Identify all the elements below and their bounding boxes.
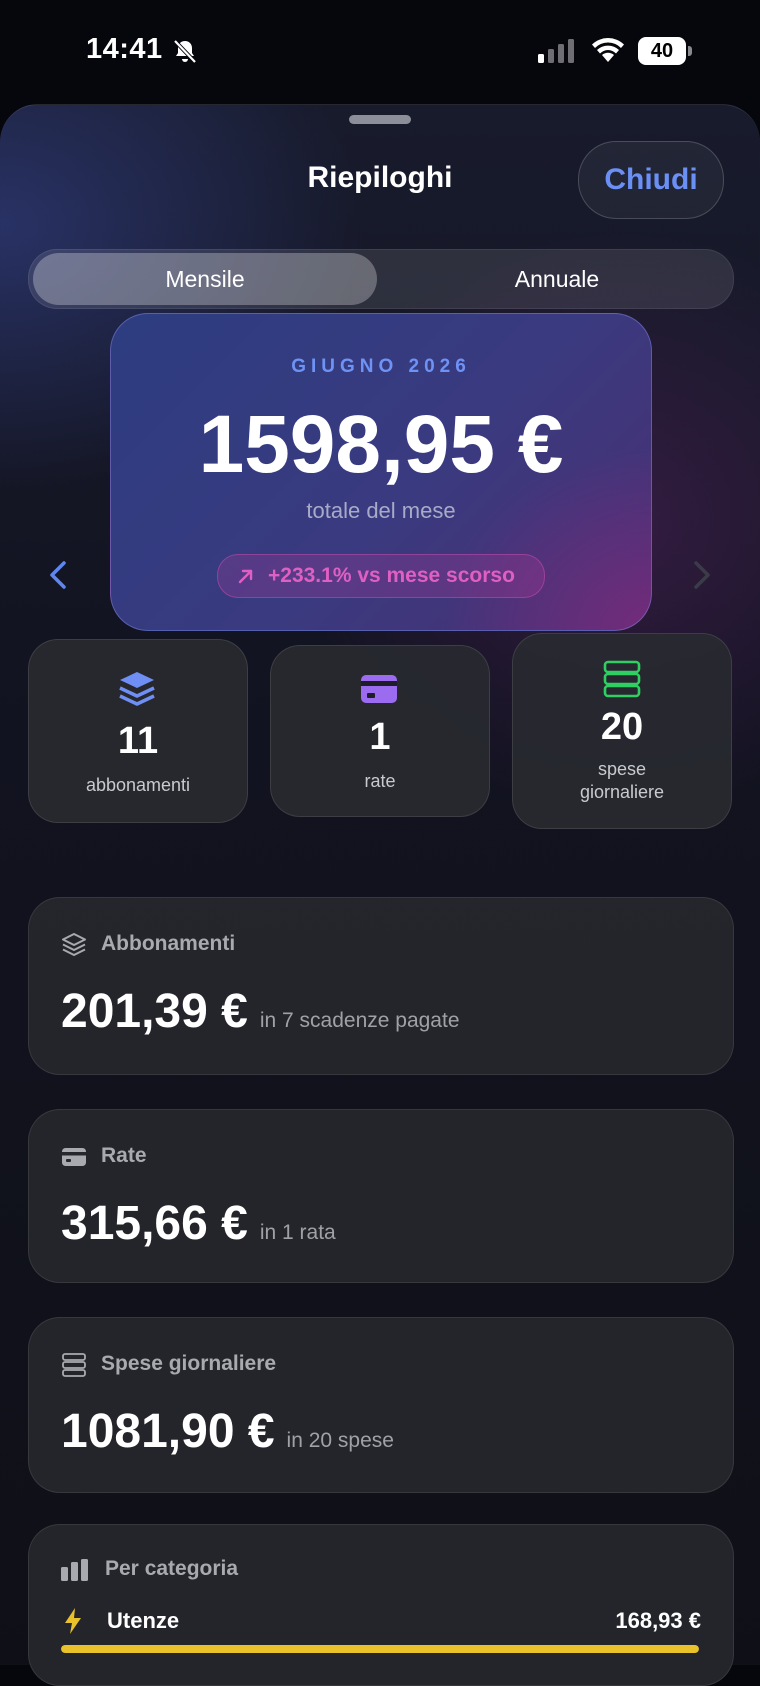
stat-value: 11	[117, 720, 159, 762]
credit-card-icon	[62, 1148, 86, 1166]
stat-label: rate	[364, 771, 396, 791]
bolt-icon	[65, 1608, 81, 1634]
category-title: Per categoria	[105, 1557, 239, 1580]
wifi-icon	[592, 38, 624, 62]
section-amount: 201,39 €	[61, 985, 248, 1038]
hero-caption: totale del mese	[306, 498, 456, 523]
category-progress-bar	[61, 1645, 699, 1653]
arrow-up-right-icon	[238, 569, 253, 584]
section-subscriptions[interactable]: Abbonamenti 201,39 € in 7 scadenze pagate	[28, 897, 734, 1075]
section-amount-row: 1081,90 € in 20 spese	[61, 1404, 394, 1459]
battery-indicator: 40	[638, 37, 692, 65]
section-title: Abbonamenti	[101, 932, 236, 955]
hero-total-amount: 1598,95 €	[198, 399, 564, 490]
close-button[interactable]: Chiudi	[578, 141, 724, 219]
section-daily-expenses[interactable]: Spese giornaliere 1081,90 € in 20 spese	[28, 1317, 734, 1493]
layers-icon	[119, 672, 155, 706]
category-progress-fill	[61, 1645, 699, 1653]
section-detail: in 1 rata	[259, 1221, 336, 1244]
list-icon	[62, 1353, 86, 1377]
segment-monthly[interactable]: Mensile	[33, 253, 377, 305]
section-amount: 1081,90 €	[61, 1405, 275, 1458]
sheet-grabber[interactable]	[349, 115, 411, 124]
period-segmented-control: Mensile Annuale	[28, 249, 734, 309]
category-name: Utenze	[107, 1608, 180, 1633]
bell-slash-icon	[173, 39, 197, 64]
status-bar: 14:41 40	[0, 0, 760, 100]
month-total-card: GIUGNO 2026 1598,95 € totale del mese +2…	[110, 313, 652, 631]
stat-label: abbonamenti	[85, 775, 191, 795]
section-detail: in 7 scadenze pagate	[259, 1009, 460, 1032]
change-badge: +233.1% vs mese scorso	[217, 554, 545, 598]
section-amount-row: 315,66 € in 1 rata	[61, 1196, 336, 1251]
status-time: 14:41	[86, 33, 163, 65]
category-breakdown-card: Per categoria Utenze 168,93 €	[28, 1524, 734, 1686]
summary-sheet: Riepiloghi Chiudi Mensile Annuale GIUGNO…	[0, 104, 760, 1665]
section-amount: 315,66 €	[61, 1197, 248, 1250]
stat-value: 1	[369, 716, 391, 758]
stat-label: spese giornaliere	[579, 759, 665, 802]
section-amount-row: 201,39 € in 7 scadenze pagate	[61, 984, 460, 1039]
stat-card-subscriptions[interactable]: 11 abbonamenti	[28, 639, 248, 823]
battery-level: 40	[650, 40, 674, 62]
previous-month-chevron-icon[interactable]	[44, 555, 74, 595]
category-amount: 168,93 €	[615, 1608, 701, 1633]
hero-month-label: GIUGNO 2026	[291, 356, 471, 377]
section-title: Rate	[101, 1144, 147, 1167]
next-month-chevron-icon[interactable]	[686, 555, 716, 595]
credit-card-icon	[361, 675, 397, 703]
stat-value: 20	[600, 706, 644, 748]
stat-card-daily-expenses[interactable]: 20 spese giornaliere	[512, 633, 732, 829]
list-icon	[603, 660, 641, 698]
section-installments[interactable]: Rate 315,66 € in 1 rata	[28, 1109, 734, 1283]
layers-icon	[62, 933, 86, 956]
change-text: +233.1% vs mese scorso	[268, 564, 515, 587]
segment-yearly[interactable]: Annuale	[385, 253, 729, 305]
section-title: Spese giornaliere	[101, 1352, 277, 1375]
bar-chart-icon	[61, 1559, 88, 1581]
cellular-signal-icon	[538, 39, 574, 63]
section-detail: in 20 spese	[286, 1429, 394, 1452]
stat-card-installments[interactable]: 1 rate	[270, 645, 490, 817]
